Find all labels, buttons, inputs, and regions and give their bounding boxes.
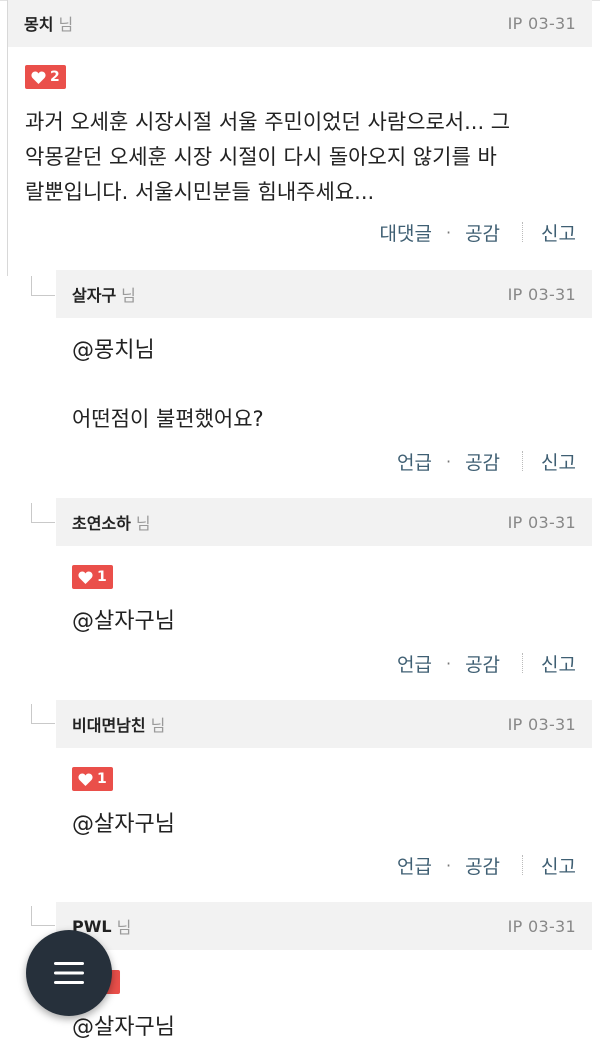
like-count: 1 bbox=[97, 771, 107, 787]
comment-line: 악몽같던 오세훈 시장 시절이 다시 돌아오지 않기를 바 bbox=[25, 145, 497, 169]
like-badge[interactable]: 1 bbox=[72, 767, 113, 791]
reply-connector bbox=[31, 276, 55, 296]
comment-author[interactable]: 살자구 bbox=[72, 282, 116, 306]
comment-line: 과거 오세훈 시장시절 서울 주민이었던 사람으로서... 그 bbox=[25, 110, 511, 134]
comment-actions: 대댓글 · 공감 신고 bbox=[380, 219, 576, 245]
honorific: 님 bbox=[121, 286, 136, 305]
mention-button[interactable]: 언급 bbox=[397, 448, 432, 475]
action-dot: · bbox=[445, 222, 452, 242]
action-separator bbox=[522, 653, 524, 673]
comment-meta: IP 03-31 bbox=[507, 512, 576, 532]
action-separator bbox=[522, 451, 524, 471]
reply-connector bbox=[31, 906, 55, 926]
reply-connector bbox=[31, 503, 55, 523]
comment-text: 어떤점이 불편했어요? bbox=[72, 407, 264, 431]
report-button[interactable]: 신고 bbox=[541, 219, 576, 246]
comment-author[interactable]: 초연소하 bbox=[72, 510, 131, 534]
like-button[interactable]: 공감 bbox=[465, 219, 500, 246]
comment-header: 비대면남친 님 IP 03-31 bbox=[56, 700, 592, 748]
comment-meta: IP 03-31 bbox=[507, 13, 576, 33]
honorific: 님 bbox=[116, 918, 132, 937]
comment-author[interactable]: 비대면남친 bbox=[72, 712, 146, 736]
action-dot: · bbox=[445, 653, 452, 673]
heart-icon bbox=[78, 772, 93, 786]
like-badge[interactable]: 2 bbox=[25, 65, 66, 89]
reply-connector bbox=[31, 704, 55, 724]
comment-actions: 언급 · 공감 신고 bbox=[397, 852, 576, 878]
like-count: 1 bbox=[97, 569, 107, 585]
report-button[interactable]: 신고 bbox=[541, 650, 576, 677]
comment-header: 초연소하 님 IP 03-31 bbox=[56, 498, 592, 546]
action-dot: · bbox=[445, 451, 452, 471]
like-button[interactable]: 공감 bbox=[465, 852, 500, 879]
comment-meta: IP 03-31 bbox=[507, 714, 576, 734]
comment-header: PWL 님 IP 03-31 bbox=[56, 902, 592, 950]
report-button[interactable]: 신고 bbox=[541, 448, 576, 475]
comment-actions: 언급 · 공감 신고 bbox=[397, 650, 576, 676]
reply-button[interactable]: 대댓글 bbox=[380, 219, 432, 246]
honorific: 님 bbox=[58, 15, 74, 34]
action-separator bbox=[522, 855, 524, 875]
honorific: 님 bbox=[135, 514, 151, 533]
like-count: 2 bbox=[50, 69, 60, 85]
mention-button[interactable]: 언급 bbox=[397, 650, 432, 677]
comment-actions: 언급 · 공감 신고 bbox=[397, 448, 576, 474]
mention-button[interactable]: 언급 bbox=[397, 852, 432, 879]
honorific: 님 bbox=[150, 716, 166, 735]
like-badge[interactable]: 1 bbox=[72, 565, 113, 589]
scroll-edge bbox=[0, 0, 8, 276]
like-button[interactable]: 공감 bbox=[465, 448, 500, 475]
comment-header: 살자구 님 IP 03-31 bbox=[56, 270, 592, 318]
mention-text[interactable]: @살자구님 bbox=[72, 1010, 175, 1043]
comment-header: 몽치 님 IP 03-31 bbox=[8, 0, 592, 47]
comment-author[interactable]: 몽치 bbox=[24, 11, 53, 35]
comment-line: 랄뿐입니다. 서울시민분들 힘내주세요... bbox=[25, 180, 375, 204]
action-dot: · bbox=[445, 855, 452, 875]
action-separator bbox=[522, 222, 524, 242]
mention-text[interactable]: @몽치님 bbox=[72, 333, 155, 368]
comment-meta: IP 03-31 bbox=[507, 916, 576, 936]
heart-icon bbox=[78, 570, 93, 584]
report-button[interactable]: 신고 bbox=[541, 852, 576, 879]
heart-icon bbox=[31, 70, 46, 84]
mention-text[interactable]: @살자구님 bbox=[72, 604, 175, 639]
comment-meta: IP 03-31 bbox=[507, 284, 576, 304]
hamburger-menu-icon bbox=[54, 962, 84, 984]
comment-text: 과거 오세훈 시장시절 서울 주민이었던 사람으로서... 그 악몽같던 오세훈… bbox=[25, 105, 510, 210]
like-button[interactable]: 공감 bbox=[465, 650, 500, 677]
mention-text[interactable]: @살자구님 bbox=[72, 807, 175, 842]
menu-fab-button[interactable] bbox=[26, 930, 112, 1016]
